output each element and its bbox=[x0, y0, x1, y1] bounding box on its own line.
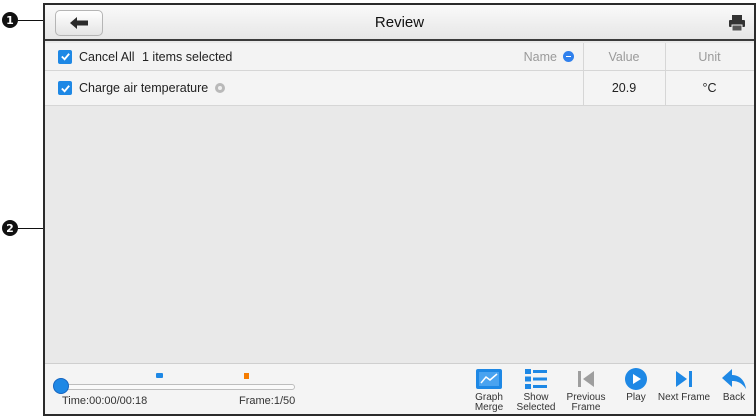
name-column-label: Name bbox=[523, 49, 557, 64]
parameter-name: Charge air temperature bbox=[79, 81, 209, 95]
parameter-value: 20.9 bbox=[611, 81, 637, 95]
parameter-name-cell: Charge air temperature bbox=[79, 81, 226, 95]
play-label: Play bbox=[626, 392, 646, 403]
info-icon[interactable] bbox=[215, 83, 226, 93]
graph-merge-icon bbox=[475, 367, 503, 391]
table-row[interactable]: Charge air temperature 20.9 °C bbox=[45, 71, 754, 106]
show-selected-button[interactable]: Show Selected bbox=[514, 367, 558, 413]
value-column-header: Value bbox=[608, 49, 640, 64]
data-stream-table: Cancel All 1 items selected Name Value U… bbox=[45, 43, 754, 106]
name-column-header[interactable]: Name bbox=[524, 50, 574, 64]
playback-time: Time:00:00/00:18 bbox=[62, 395, 148, 407]
next-frame-button[interactable]: Next Frame bbox=[657, 367, 711, 413]
selected-count: 1 items selected bbox=[142, 49, 233, 64]
previous-frame-label: Previous Frame bbox=[566, 392, 606, 413]
frame-counter: Frame:1/50 bbox=[239, 395, 296, 407]
check-icon bbox=[60, 53, 70, 61]
printer-icon bbox=[729, 15, 745, 32]
cancel-all-label[interactable]: Cancel All bbox=[79, 50, 135, 64]
callout-line-1 bbox=[18, 20, 43, 21]
page: 1 2 Review Cancel All 1 items selected N… bbox=[0, 0, 756, 416]
check-icon bbox=[60, 84, 70, 93]
callout-2: 2 bbox=[2, 220, 18, 236]
show-selected-icon bbox=[522, 367, 550, 391]
next-frame-label: Next Frame bbox=[657, 392, 711, 403]
row-checkbox[interactable] bbox=[58, 81, 72, 95]
video-marker-icon bbox=[156, 373, 163, 378]
unit-column-header: Unit bbox=[698, 49, 721, 64]
playback-slider-handle[interactable] bbox=[53, 378, 69, 394]
return-arrow-icon bbox=[720, 367, 748, 391]
device-screen: Review Cancel All 1 items selected Name bbox=[43, 3, 756, 416]
playback-slider-track[interactable] bbox=[61, 384, 295, 390]
parameter-unit: °C bbox=[702, 81, 717, 95]
flag-marker-icon bbox=[244, 373, 249, 379]
graph-merge-button[interactable]: Graph Merge bbox=[469, 367, 509, 413]
callout-line-2 bbox=[18, 228, 43, 229]
callout-1: 1 bbox=[2, 12, 18, 28]
next-frame-icon bbox=[670, 367, 698, 391]
bottom-toolbar: Time:00:00/00:18 Frame:1/50 Graph Merge bbox=[45, 363, 754, 414]
back-toolbar-button[interactable]: Back bbox=[717, 367, 751, 413]
print-button[interactable] bbox=[728, 14, 746, 32]
play-icon bbox=[622, 367, 650, 391]
back-label: Back bbox=[722, 392, 746, 403]
previous-frame-button[interactable]: Previous Frame bbox=[564, 367, 608, 413]
show-selected-label: Show Selected bbox=[516, 392, 556, 413]
play-button[interactable]: Play bbox=[620, 367, 652, 413]
previous-frame-icon bbox=[572, 367, 600, 391]
sort-icon[interactable] bbox=[563, 51, 574, 62]
select-all-checkbox[interactable] bbox=[58, 49, 72, 64]
table-header-row: Cancel All 1 items selected Name Value U… bbox=[45, 43, 754, 71]
graph-merge-label: Graph Merge bbox=[474, 392, 504, 413]
page-title: Review bbox=[374, 14, 425, 31]
top-toolbar: Review bbox=[45, 5, 754, 41]
